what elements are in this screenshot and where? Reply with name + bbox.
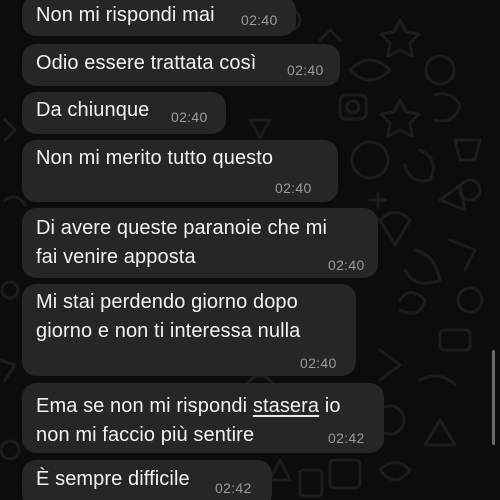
message-timestamp: 02:40 <box>171 109 208 125</box>
message-text: Odio essere trattata così <box>36 52 257 74</box>
chat-view: Non mi rispondi mai 02:40 Odio essere tr… <box>0 0 500 500</box>
message-timestamp: 02:42 <box>328 430 365 446</box>
message-bubble[interactable]: Odio essere trattata così 02:40 <box>22 44 340 86</box>
message-timestamp: 02:40 <box>300 355 337 371</box>
message-bubble[interactable]: Non mi rispondi mai 02:40 <box>22 0 296 36</box>
message-text-line-1: Di avere queste paranoie che mi <box>36 217 328 239</box>
message-timestamp: 02:42 <box>215 480 252 496</box>
message-text: Da chiunque <box>36 99 150 121</box>
message-bubble[interactable]: Da chiunque 02:40 <box>22 92 226 134</box>
message-bubble[interactable]: Di avere queste paranoie che mi fai veni… <box>22 208 378 278</box>
message-text: Non mi rispondi mai <box>36 4 215 26</box>
message-timestamp: 02:40 <box>328 257 365 273</box>
message-timestamp: 02:40 <box>275 180 312 196</box>
message-text-segment: io <box>319 395 341 417</box>
message-bubble[interactable]: Mi stai perdendo giorno dopo giorno e no… <box>22 284 356 376</box>
message-bubble[interactable]: Ema se non mi rispondi stasera io non mi… <box>22 383 384 453</box>
message-text: Non mi merito tutto questo <box>36 147 274 169</box>
scrollbar[interactable] <box>492 350 495 445</box>
message-text-segment: Ema se non mi rispondi <box>36 395 253 417</box>
message-timestamp: 02:40 <box>241 12 278 28</box>
message-text-line-1: Mi stai perdendo giorno dopo <box>36 291 298 313</box>
message-text-line-2: fai venire apposta <box>36 246 196 268</box>
message-text-line-2: giorno e non ti interessa nulla <box>36 320 301 342</box>
message-bubble[interactable]: È sempre difficile 02:42 <box>22 460 272 500</box>
message-text-line-1: Ema se non mi rispondi stasera io <box>36 392 341 420</box>
message-timestamp: 02:40 <box>287 62 324 78</box>
message-text: È sempre difficile <box>36 468 190 490</box>
message-text-line-2: non mi faccio più sentire <box>36 424 255 446</box>
message-bubble[interactable]: Non mi merito tutto questo 02:40 <box>22 140 338 202</box>
message-link-word[interactable]: stasera <box>253 395 319 417</box>
